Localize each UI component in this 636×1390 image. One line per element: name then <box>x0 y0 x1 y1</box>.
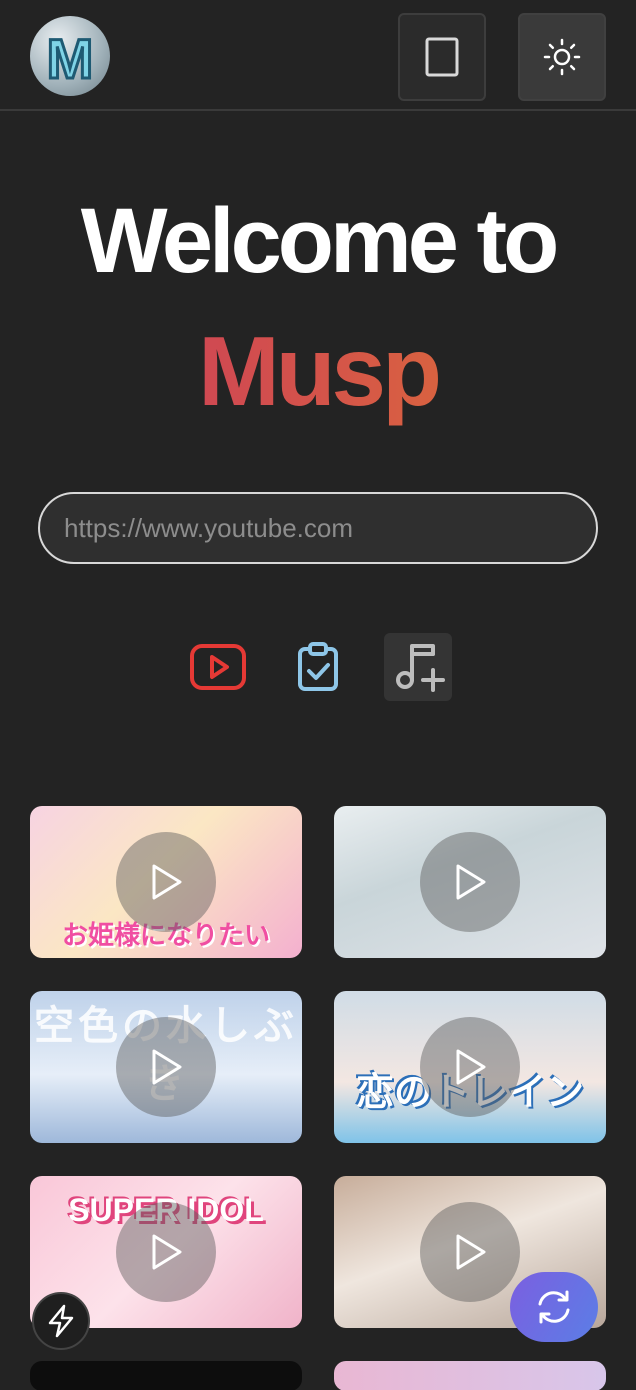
video-thumbnail[interactable]: 恋のトレイン <box>334 991 606 1143</box>
video-thumbnail[interactable]: 空色の水しぶき <box>30 991 302 1143</box>
mobile-view-button[interactable] <box>398 13 486 101</box>
app-header: M <box>0 0 636 111</box>
play-icon <box>152 1049 182 1085</box>
refresh-icon <box>538 1290 570 1324</box>
youtube-icon <box>190 644 246 690</box>
play-icon <box>456 1049 486 1085</box>
logo-letter: M <box>47 27 94 90</box>
paste-clipboard-button[interactable] <box>284 633 352 701</box>
welcome-heading: Welcome to <box>80 190 560 292</box>
play-button[interactable] <box>116 1017 216 1117</box>
clipboard-check-icon <box>298 642 338 691</box>
musp-logo[interactable]: M <box>30 16 110 96</box>
play-icon <box>152 1234 182 1270</box>
play-button[interactable] <box>116 832 216 932</box>
music-add-icon <box>396 644 445 692</box>
play-icon <box>152 864 182 900</box>
app-name-heading: Musp <box>0 316 636 426</box>
sun-icon <box>543 38 581 76</box>
video-thumbnail[interactable] <box>30 1361 302 1390</box>
quick-action-button[interactable] <box>32 1292 90 1350</box>
video-thumbnail[interactable] <box>334 1361 606 1390</box>
youtube-button[interactable] <box>184 633 252 701</box>
mobile-view-icon <box>425 37 459 77</box>
play-button[interactable] <box>420 1017 520 1117</box>
refresh-button[interactable] <box>510 1272 598 1342</box>
play-button[interactable] <box>420 832 520 932</box>
theme-toggle-button[interactable] <box>518 13 606 101</box>
youtube-url-input[interactable] <box>38 492 598 564</box>
lightning-icon <box>48 1304 74 1338</box>
add-music-button[interactable] <box>384 633 452 701</box>
play-button[interactable] <box>420 1202 520 1302</box>
play-icon <box>456 1234 486 1270</box>
video-thumbnail[interactable] <box>334 806 606 958</box>
play-button[interactable] <box>116 1202 216 1302</box>
video-thumbnail[interactable]: お姫様になりたい <box>30 806 302 958</box>
play-icon <box>456 864 486 900</box>
